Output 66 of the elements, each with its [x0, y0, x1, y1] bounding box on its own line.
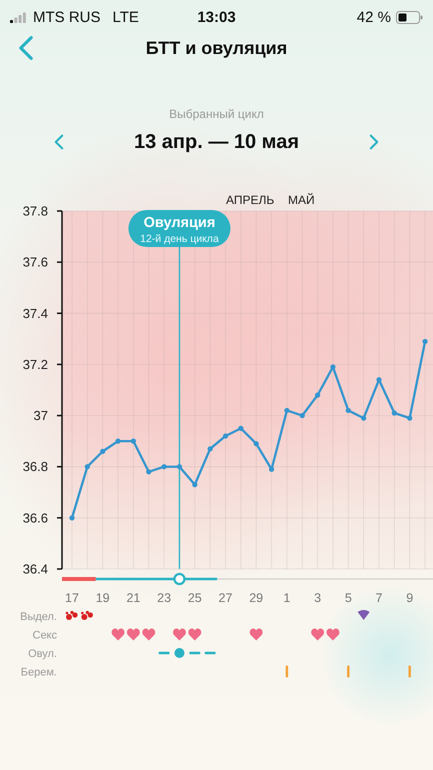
x-tick-label: 25 — [188, 591, 202, 605]
data-point — [176, 464, 182, 470]
x-tick-label: 21 — [126, 591, 140, 605]
data-point — [84, 464, 90, 470]
x-tick-label: 19 — [96, 591, 110, 605]
data-point — [346, 408, 351, 414]
data-point — [222, 433, 228, 439]
data-point — [69, 515, 75, 520]
cycle-range: 13 апр. — 10 мая — [134, 130, 300, 154]
network-type: LTE — [112, 8, 139, 26]
data-point — [254, 441, 259, 446]
signal-icon — [10, 12, 27, 22]
x-tick-label: 29 — [249, 591, 264, 605]
y-tick-label: 37 — [34, 408, 48, 424]
battery-icon — [396, 10, 423, 24]
x-tick-label: 1 — [283, 591, 290, 605]
clock-time: 13:03 — [197, 8, 236, 26]
y-tick-label: 37.6 — [22, 254, 48, 270]
chevron-left-icon — [54, 134, 64, 150]
data-point — [422, 338, 428, 344]
data-point — [361, 416, 366, 421]
data-point — [238, 426, 244, 431]
period-bar — [62, 577, 96, 581]
annotation: Овуляция — [144, 215, 216, 231]
cycle-caption: Выбранный цикл — [168, 106, 265, 122]
ovulation-handle[interactable] — [173, 572, 186, 586]
ovulation-callout: Овуляция 12-й день цикла — [128, 210, 230, 247]
data-point — [100, 448, 106, 454]
data-point — [376, 377, 382, 382]
data-point — [392, 410, 397, 416]
data-point — [130, 438, 136, 444]
data-point — [115, 438, 121, 444]
data-point — [300, 412, 305, 418]
row-label: Выдел. — [20, 611, 57, 623]
row-label: Секс — [32, 630, 57, 642]
row-label: Овул. — [28, 648, 57, 660]
data-point — [330, 364, 336, 370]
carrier-name: MTS RUS — [33, 8, 100, 26]
data-point — [162, 464, 167, 470]
month-label: АПРЕЛЬ — [226, 193, 274, 207]
month-label: МАЙ — [288, 193, 315, 207]
chevron-right-icon — [369, 134, 379, 150]
data-point — [315, 392, 320, 398]
data-point — [268, 466, 274, 472]
data-point — [407, 416, 412, 421]
x-tick-label: 27 — [218, 591, 232, 605]
x-tick-label: 5 — [344, 591, 352, 605]
x-tick-label: 3 — [314, 591, 322, 605]
data-point — [208, 446, 213, 452]
data-point — [284, 408, 290, 414]
row-label: Берем. — [20, 666, 57, 678]
data-point — [192, 482, 198, 488]
y-tick-label: 37.4 — [22, 306, 48, 321]
y-tick-label: 37.8 — [22, 204, 48, 218]
y-tick-label: 36.6 — [22, 510, 48, 526]
battery-percent: 42 % — [356, 8, 391, 26]
y-tick-label: 36.4 — [22, 562, 48, 576]
x-tick-label: 7 — [376, 591, 382, 605]
data-point — [146, 469, 152, 474]
x-tick-label: 17 — [65, 591, 79, 605]
x-tick-label: 23 — [157, 591, 172, 605]
x-tick-label: 9 — [406, 591, 414, 605]
y-tick-label: 36.8 — [22, 459, 48, 474]
y-tick-label: 37.2 — [22, 356, 48, 372]
screen-title: БТТ и овуляция — [146, 38, 288, 58]
annotation: 12-й день цикла — [140, 233, 219, 245]
